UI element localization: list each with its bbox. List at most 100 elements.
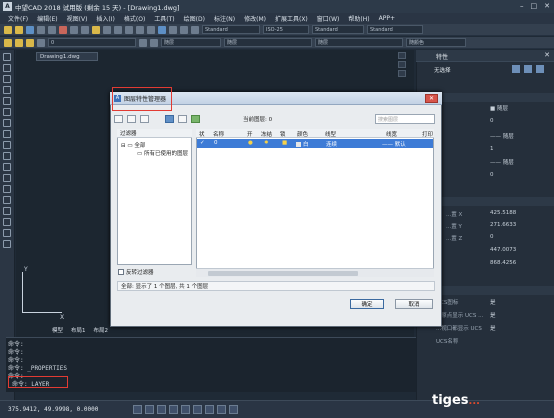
mtext-icon[interactable] bbox=[3, 240, 11, 248]
prop-layer-value[interactable]: 0 bbox=[490, 118, 494, 124]
filter-all-node[interactable]: ⊟ ▭ 全部 bbox=[121, 141, 145, 149]
layer-name[interactable]: 0 bbox=[214, 140, 218, 146]
menu-help[interactable]: 帮助(H) bbox=[348, 14, 369, 23]
menu-express[interactable]: 扩展工具(X) bbox=[275, 14, 308, 23]
menu-tools[interactable]: 工具(T) bbox=[154, 14, 174, 23]
pan-icon[interactable] bbox=[125, 25, 133, 34]
pickadd-icon[interactable] bbox=[536, 65, 544, 73]
layer-list-hscrollbar[interactable] bbox=[196, 268, 434, 277]
layer-linetype[interactable]: 连续 bbox=[326, 140, 337, 148]
prop-center-x-value[interactable]: 425.5188 bbox=[490, 210, 516, 216]
properties-close-icon[interactable]: ✕ bbox=[544, 51, 550, 59]
ellipse-icon[interactable] bbox=[3, 152, 11, 160]
prop-ucs-origin-value[interactable]: 是 bbox=[490, 311, 496, 319]
hatch-icon[interactable] bbox=[3, 207, 11, 215]
linetype-select[interactable]: 随层 bbox=[224, 38, 312, 47]
calculator-icon[interactable] bbox=[191, 25, 199, 34]
set-current-icon[interactable] bbox=[191, 115, 200, 123]
polar-toggle-icon[interactable] bbox=[169, 405, 179, 414]
invert-filter-checkbox[interactable] bbox=[118, 269, 124, 275]
prop-height-value[interactable]: 447.0073 bbox=[490, 247, 516, 253]
layer-unlock-icon[interactable]: ■ bbox=[282, 140, 287, 146]
select-objects-icon[interactable] bbox=[524, 65, 532, 73]
table-style-select[interactable]: Standard bbox=[312, 25, 364, 34]
ortho-toggle-icon[interactable] bbox=[157, 405, 167, 414]
print-icon[interactable] bbox=[37, 25, 45, 34]
layer-color-swatch[interactable]: 白 bbox=[296, 140, 309, 148]
close-icon[interactable]: ✕ bbox=[544, 2, 550, 10]
layer-on-bulb-icon[interactable]: ● bbox=[248, 140, 253, 146]
ray-icon[interactable] bbox=[3, 64, 11, 72]
lineweight-select[interactable]: 随层 bbox=[315, 38, 403, 47]
paste-icon[interactable] bbox=[81, 25, 89, 34]
prop-center-z-value[interactable]: 0 bbox=[490, 234, 494, 240]
minimize-icon[interactable]: – bbox=[520, 2, 524, 10]
menu-draw[interactable]: 绘图(D) bbox=[184, 14, 205, 23]
menu-format[interactable]: 格式(O) bbox=[124, 14, 145, 23]
rectangle-icon[interactable] bbox=[3, 97, 11, 105]
col-lineweight[interactable]: 线宽 bbox=[386, 130, 397, 138]
dyn-toggle-icon[interactable] bbox=[217, 405, 227, 414]
spline-icon[interactable] bbox=[3, 141, 11, 149]
prop-linetype-value[interactable]: —— 随层 bbox=[490, 132, 514, 140]
menu-modify[interactable]: 修改(M) bbox=[244, 14, 266, 23]
document-tab[interactable]: Drawing1.dwg bbox=[36, 52, 98, 61]
region-icon[interactable] bbox=[3, 218, 11, 226]
layer-previous-icon[interactable] bbox=[150, 38, 158, 47]
maximize-icon[interactable]: □ bbox=[531, 2, 538, 10]
undo-icon[interactable] bbox=[103, 25, 111, 34]
dim-style-select[interactable]: ISO-25 bbox=[263, 25, 309, 34]
new-file-icon[interactable] bbox=[4, 25, 12, 34]
tab-layout1[interactable]: 布局1 bbox=[71, 326, 86, 334]
prop-thickness-value[interactable]: 0 bbox=[490, 172, 494, 178]
menu-view[interactable]: 视图(V) bbox=[67, 14, 88, 23]
new-layer-frozen-icon[interactable] bbox=[178, 115, 187, 123]
new-property-filter-icon[interactable] bbox=[114, 115, 123, 123]
design-center-icon[interactable] bbox=[169, 25, 177, 34]
point-icon[interactable] bbox=[3, 196, 11, 204]
prop-color-value[interactable]: ■ 随层 bbox=[490, 104, 508, 112]
dialog-close-button[interactable]: ✕ bbox=[425, 94, 438, 103]
prop-ltscale-value[interactable]: 1 bbox=[490, 146, 494, 152]
menu-app[interactable]: APP+ bbox=[379, 15, 395, 22]
model-toggle-icon[interactable] bbox=[229, 405, 239, 414]
grid-toggle-icon[interactable] bbox=[145, 405, 155, 414]
line-icon[interactable] bbox=[3, 53, 11, 61]
prop-width-value[interactable]: 868.4256 bbox=[490, 260, 516, 266]
menu-insert[interactable]: 插入(I) bbox=[96, 14, 114, 23]
col-name[interactable]: 名称 bbox=[213, 130, 224, 138]
new-group-filter-icon[interactable] bbox=[127, 115, 136, 123]
open-file-icon[interactable] bbox=[15, 25, 23, 34]
zoom-icon[interactable] bbox=[136, 25, 144, 34]
layer-manager-icon[interactable] bbox=[4, 38, 12, 47]
insert-block-icon[interactable] bbox=[3, 174, 11, 182]
lineweight-toggle-icon[interactable] bbox=[205, 405, 215, 414]
quick-select-icon[interactable] bbox=[512, 65, 520, 73]
cut-icon[interactable] bbox=[59, 25, 67, 34]
make-block-icon[interactable] bbox=[3, 185, 11, 193]
menu-dimension[interactable]: 标注(N) bbox=[214, 14, 235, 23]
redo-icon[interactable] bbox=[114, 25, 122, 34]
cloud-icon[interactable] bbox=[3, 130, 11, 138]
invert-filter-row[interactable]: 反转过滤器 bbox=[118, 268, 154, 276]
table-icon[interactable] bbox=[3, 229, 11, 237]
col-freeze[interactable]: 冻结 bbox=[261, 130, 272, 138]
layer-on-icon[interactable] bbox=[26, 38, 34, 47]
circle-icon[interactable] bbox=[3, 119, 11, 127]
new-layer-icon[interactable] bbox=[165, 115, 174, 123]
scrollbar-thumb[interactable] bbox=[208, 271, 358, 276]
layer-select[interactable]: 0 bbox=[48, 38, 136, 47]
tab-model[interactable]: 模型 bbox=[52, 326, 63, 334]
arc-icon[interactable] bbox=[3, 108, 11, 116]
col-plot[interactable]: 打印 bbox=[422, 130, 433, 138]
layer-search-input[interactable]: 搜索图层 bbox=[375, 114, 435, 124]
col-lock[interactable]: 锁 bbox=[280, 130, 286, 138]
tool-palette-icon[interactable] bbox=[180, 25, 188, 34]
zoom-window-icon[interactable] bbox=[147, 25, 155, 34]
layer-state-icon[interactable] bbox=[15, 38, 23, 47]
plot-style-select[interactable]: 随颜色 bbox=[406, 38, 466, 47]
col-on[interactable]: 开 bbox=[247, 130, 253, 138]
tab-layout2[interactable]: 布局2 bbox=[94, 326, 109, 334]
layer-thaw-sun-icon[interactable]: ✹ bbox=[264, 140, 269, 146]
mleader-style-select[interactable]: Standard bbox=[367, 25, 423, 34]
